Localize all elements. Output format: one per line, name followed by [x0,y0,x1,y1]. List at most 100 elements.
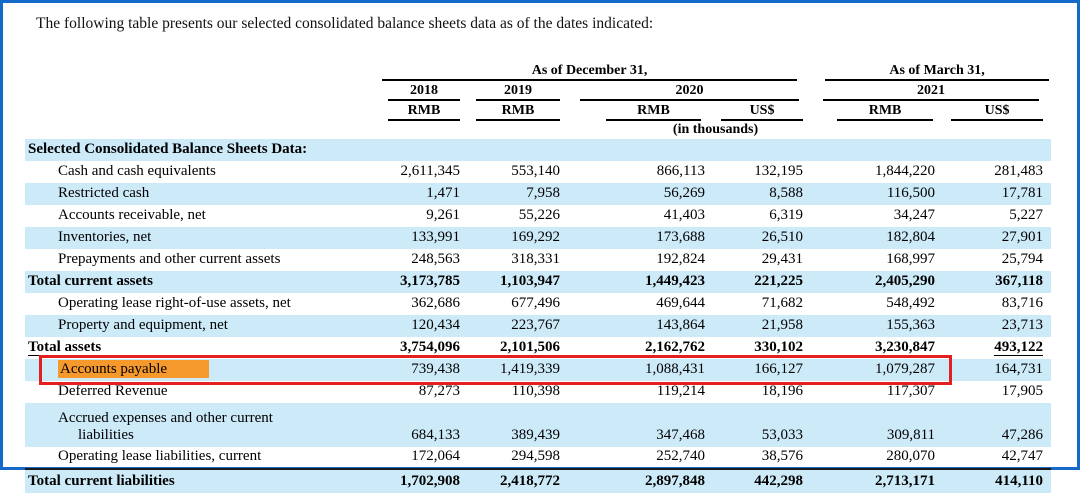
row-label-cell: Restricted cash [25,183,380,205]
table-row: Accrued expenses and other currentliabil… [25,403,1051,447]
cell-value: 21,958 [762,317,803,333]
cell-value: 7,958 [526,185,560,201]
cell-value: 71,682 [762,295,803,311]
table-row: Inventories, net133,991169,292173,68826,… [25,227,1051,249]
value-cell: 164,731 [943,359,1051,381]
period-group-label: As of December 31, [382,63,797,81]
row-label: Inventories, net [58,229,151,245]
table-row: Total current assets 3,173,785 1,103,947 1,… [25,271,1051,293]
value-cell: 367,118 [943,271,1051,293]
cell-value: 493,122 [994,339,1043,356]
table-row: Operating lease liabilities, current172,… [25,447,1051,469]
cell-value: 17,781 [1002,185,1043,201]
cell-value: 2,897,848 [645,473,705,489]
value-cell: 1,079,287 [811,359,943,381]
cell-value: 1,419,339 [500,361,560,377]
units-note: (in thousands) [380,121,1051,139]
value-cell: 7,958 [468,183,568,205]
cell-value: 248,563 [411,251,460,267]
value-cell: 1,103,947 [468,271,568,293]
value-cell: 553,140 [468,161,568,183]
value-cell: 132,195 [713,161,811,183]
cell-value: 9,261 [426,207,460,223]
cell-value: 389,439 [511,427,560,443]
value-cell: 23,713 [943,315,1051,337]
value-cell: 182,804 [811,227,943,249]
period-group-march: As of March 31, [811,63,1051,81]
value-cell: 173,688 [568,227,713,249]
value-cell: 38,576 [713,447,811,469]
value-cell: 192,824 [568,249,713,271]
value-cell [713,139,811,161]
cell-value: 166,127 [754,361,803,377]
cell-value: 3,754,096 [400,339,460,356]
row-label: Total assets [28,339,101,356]
header-spacer [25,101,380,121]
cell-value: 29,431 [762,251,803,267]
cell-value: 677,496 [511,295,560,311]
table-row: Restricted cash 1,471 7,958 56,269 8,588 116,… [25,183,1051,205]
value-cell: 2,897,848 [568,469,713,493]
header-spacer [25,121,380,139]
row-label-cell: Total current assets [25,271,380,293]
row-label-cell: Operating lease liabilities, current [25,447,380,469]
cell-value: 281,483 [994,163,1043,179]
value-cell [380,139,468,161]
balance-sheet-table: As of December 31, As of March 31, 2018 … [25,63,1051,493]
row-label-cell: Selected Consolidated Balance Sheets Dat… [25,139,380,161]
cell-value: 1,088,431 [645,361,705,377]
value-cell: 1,449,423 [568,271,713,293]
value-cell: 34,247 [811,205,943,227]
cell-value: 5,227 [1009,207,1043,223]
value-cell: 17,781 [943,183,1051,205]
cell-value: 38,576 [762,448,803,464]
year-header-2019: 2019 [468,81,568,101]
value-cell: 5,227 [943,205,1051,227]
value-cell: 47,286 [943,403,1051,447]
value-cell: 248,563 [380,249,468,271]
value-cell: 6,319 [713,205,811,227]
cell-value: 55,226 [519,207,560,223]
value-cell: 3,754,096 [380,337,468,359]
value-cell: 2,713,171 [811,469,943,493]
header-spacer [25,63,380,81]
value-cell: 71,682 [713,293,811,315]
cell-value: 1,103,947 [500,273,560,289]
value-cell: 155,363 [811,315,943,337]
value-cell: 55,226 [468,205,568,227]
cell-value: 41,403 [664,207,705,223]
value-cell: 53,033 [713,403,811,447]
row-label: Accounts payable [58,360,209,378]
value-cell: 9,261 [380,205,468,227]
cell-value: 1,844,220 [875,163,935,179]
cell-value: 3,230,847 [875,339,935,356]
cell-value: 155,363 [886,317,935,333]
cell-value: 3,173,785 [400,273,460,289]
cell-value: 362,686 [411,295,460,311]
cell-value: 221,225 [754,273,803,289]
year-row: 2018 2019 2020 2021 [25,81,1051,101]
value-cell: 169,292 [468,227,568,249]
value-cell: 41,403 [568,205,713,227]
value-cell: 362,686 [380,293,468,315]
value-cell: 8,588 [713,183,811,205]
value-cell: 27,901 [943,227,1051,249]
value-cell: 42,747 [943,447,1051,469]
cell-value: 116,500 [887,185,935,201]
value-cell: 294,598 [468,447,568,469]
cell-value: 1,471 [426,185,460,201]
cell-value: 553,140 [511,163,560,179]
cell-value: 56,269 [664,185,705,201]
value-cell: 2,405,290 [811,271,943,293]
value-cell: 1,844,220 [811,161,943,183]
value-cell: 280,070 [811,447,943,469]
cell-value: 414,110 [995,473,1043,489]
cell-value: 223,767 [511,317,560,333]
cell-value: 548,492 [886,295,935,311]
row-label: Total current liabilities [28,473,175,489]
value-cell [568,139,713,161]
table-row: Selected Consolidated Balance Sheets Dat… [25,139,1051,161]
value-cell: 3,173,785 [380,271,468,293]
cell-value: 169,292 [511,229,560,245]
value-cell: 389,439 [468,403,568,447]
